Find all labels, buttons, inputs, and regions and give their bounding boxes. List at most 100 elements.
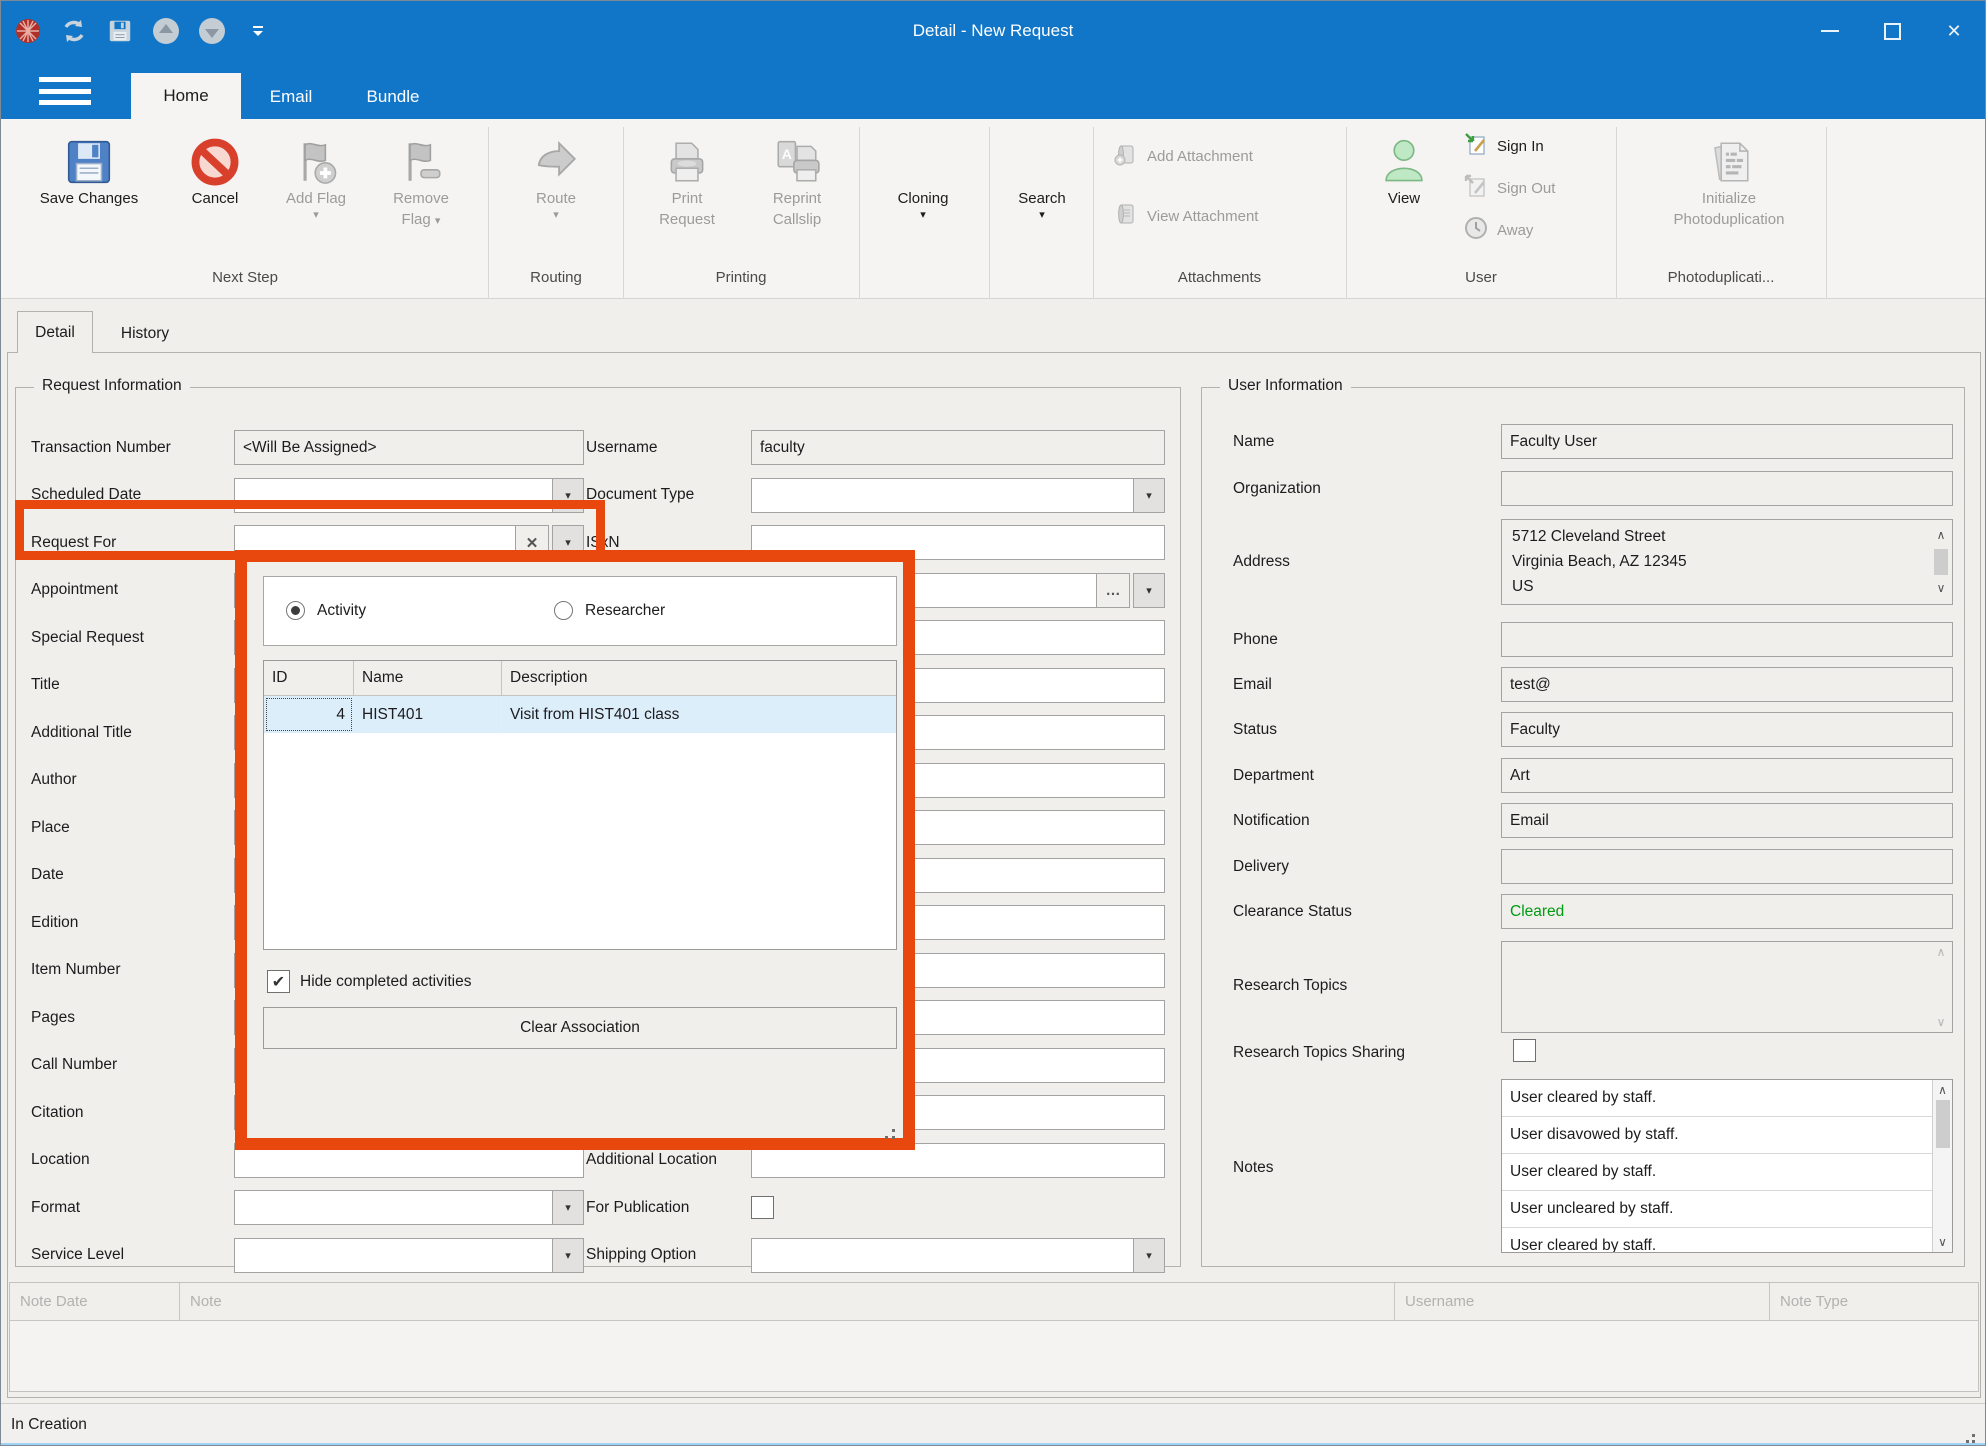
- field-label: Place: [31, 819, 70, 837]
- search-button[interactable]: Search ▾: [999, 129, 1085, 220]
- save-changes-button[interactable]: Save Changes: [19, 129, 159, 208]
- radio-unselected-icon[interactable]: [554, 601, 573, 620]
- chevron-down-icon[interactable]: ▾: [552, 1238, 584, 1273]
- status-field: Faculty: [1501, 712, 1953, 747]
- attachment-view-icon: [1113, 201, 1139, 231]
- user-information-title: User Information: [1220, 377, 1351, 395]
- chevron-down-icon[interactable]: ▾: [552, 1190, 584, 1225]
- flag-minus-icon: [396, 129, 446, 187]
- column-header-note-type[interactable]: Note Type: [1770, 1283, 1978, 1320]
- list-item[interactable]: User cleared by staff.: [1502, 1154, 1932, 1191]
- research-topics-sharing-checkbox[interactable]: [1513, 1039, 1536, 1062]
- list-item[interactable]: User cleared by staff.: [1502, 1080, 1932, 1117]
- group-label-attachments: Attachments: [1097, 269, 1342, 293]
- column-header-note-date[interactable]: Note Date: [10, 1283, 180, 1320]
- chevron-down-icon[interactable]: ▾: [552, 478, 584, 513]
- notes-items: User cleared by staff.User disavowed by …: [1502, 1080, 1952, 1253]
- tab-email[interactable]: Email: [246, 75, 336, 119]
- ellipsis-icon[interactable]: …: [1096, 573, 1130, 608]
- address-scrollbar[interactable]: ∧∨: [1931, 521, 1951, 603]
- app-window: Detail - New Request ✕ Home Email Bundle…: [0, 0, 1986, 1446]
- scroll-down-icon[interactable]: ∨: [1937, 576, 1946, 601]
- address-field: 5712 Cleveland Street Virginia Beach, AZ…: [1501, 519, 1953, 605]
- hide-completed-label: Hide completed activities: [300, 973, 471, 991]
- column-header-username[interactable]: Username: [1395, 1283, 1770, 1320]
- activity-table-header: ID Name Description: [264, 661, 896, 696]
- tab-history[interactable]: History: [95, 315, 195, 353]
- cell-name[interactable]: HIST401: [354, 696, 502, 733]
- field-label: Document Type: [586, 486, 694, 504]
- resize-grip-icon[interactable]: [892, 1129, 895, 1132]
- name-label: Name: [1233, 433, 1483, 451]
- scroll-down-icon[interactable]: ∨: [1938, 1232, 1947, 1252]
- group-label-user: User: [1350, 269, 1612, 293]
- cancel-button[interactable]: Cancel: [169, 129, 261, 208]
- sign-in-icon: [1463, 131, 1489, 161]
- activity-radio[interactable]: Activity: [286, 601, 366, 620]
- scroll-down-icon[interactable]: ∨: [1937, 1015, 1946, 1029]
- column-header-note[interactable]: Note: [180, 1283, 1395, 1320]
- researcher-radio[interactable]: Researcher: [554, 601, 665, 620]
- tab-home[interactable]: Home: [131, 73, 241, 119]
- reprint-callslip-icon: A: [772, 129, 822, 187]
- group-label-next-step: Next Step: [9, 269, 481, 293]
- service-level-combo[interactable]: ▾: [234, 1238, 584, 1273]
- route-arrow-icon: [531, 129, 581, 187]
- person-icon: [1378, 129, 1430, 187]
- radio-selected-icon[interactable]: [286, 601, 305, 620]
- tab-bundle[interactable]: Bundle: [343, 75, 443, 119]
- phone-field: [1501, 622, 1953, 657]
- field-label: Shipping Option: [586, 1246, 696, 1264]
- list-item[interactable]: User disavowed by staff.: [1502, 1117, 1932, 1154]
- column-header-id[interactable]: ID: [264, 661, 354, 696]
- clear-association-button[interactable]: Clear Association: [263, 1007, 897, 1049]
- research-topics-sharing-label: Research Topics Sharing: [1233, 1044, 1553, 1062]
- notes-scrollbar[interactable]: ∧∨: [1932, 1080, 1952, 1252]
- phone-label: Phone: [1233, 631, 1483, 649]
- cloning-button[interactable]: Cloning ▾: [869, 129, 977, 220]
- title-bar: Detail - New Request ✕: [1, 1, 1985, 61]
- document-type-combo[interactable]: ▾: [751, 478, 1165, 513]
- minimize-icon[interactable]: [1799, 1, 1861, 61]
- chevron-down-icon[interactable]: ▾: [1133, 573, 1165, 608]
- list-item[interactable]: User cleared by staff.: [1502, 1228, 1932, 1253]
- shipping-option-combo[interactable]: ▾: [751, 1238, 1165, 1273]
- scroll-thumb[interactable]: [1936, 1100, 1950, 1148]
- scroll-up-icon[interactable]: ∧: [1937, 945, 1946, 959]
- scroll-up-icon[interactable]: ∧: [1937, 523, 1946, 548]
- ribbon-divider: [1093, 127, 1094, 299]
- column-header-description[interactable]: Description: [502, 661, 896, 696]
- hide-completed-checkbox[interactable]: ✔: [267, 970, 290, 993]
- for-publication-checkbox[interactable]: [751, 1196, 774, 1219]
- sign-in-button[interactable]: Sign In: [1463, 131, 1544, 161]
- notes-list[interactable]: User cleared by staff.User disavowed by …: [1501, 1079, 1953, 1253]
- chevron-down-icon: ▾: [435, 215, 441, 227]
- view-user-button[interactable]: View: [1359, 129, 1449, 208]
- list-item[interactable]: User uncleared by staff.: [1502, 1191, 1932, 1228]
- chevron-down-icon[interactable]: ▾: [1133, 478, 1165, 513]
- scheduled-date-combo[interactable]: ▾: [234, 478, 584, 513]
- close-icon[interactable]: ✕: [1923, 1, 1985, 61]
- department-label: Department: [1233, 767, 1483, 785]
- format-combo[interactable]: ▾: [234, 1190, 584, 1225]
- cell-id[interactable]: 4: [264, 696, 354, 733]
- research-topics-scrollbar[interactable]: ∧∨: [1931, 943, 1951, 1031]
- maximize-icon[interactable]: [1861, 1, 1923, 61]
- activity-association-popup: Activity Researcher ID Name Description …: [235, 550, 915, 1150]
- tab-detail[interactable]: Detail: [17, 311, 93, 353]
- menu-icon[interactable]: [39, 77, 91, 105]
- resize-grip-icon[interactable]: [1972, 1434, 1975, 1437]
- organization-label: Organization: [1233, 480, 1483, 498]
- field-label: Edition: [31, 914, 78, 932]
- activity-table[interactable]: ID Name Description 4 HIST401 Visit from…: [263, 660, 897, 950]
- scroll-thumb[interactable]: [1934, 549, 1948, 575]
- away-button: Away: [1463, 215, 1533, 245]
- field-label: Date: [31, 866, 64, 884]
- table-row[interactable]: 4 HIST401 Visit from HIST401 class: [264, 696, 896, 733]
- scroll-up-icon[interactable]: ∧: [1938, 1080, 1947, 1100]
- chevron-down-icon: ▾: [553, 210, 559, 220]
- column-header-name[interactable]: Name: [354, 661, 502, 696]
- email-label: Email: [1233, 676, 1483, 694]
- chevron-down-icon[interactable]: ▾: [1133, 1238, 1165, 1273]
- cell-description[interactable]: Visit from HIST401 class: [502, 696, 896, 733]
